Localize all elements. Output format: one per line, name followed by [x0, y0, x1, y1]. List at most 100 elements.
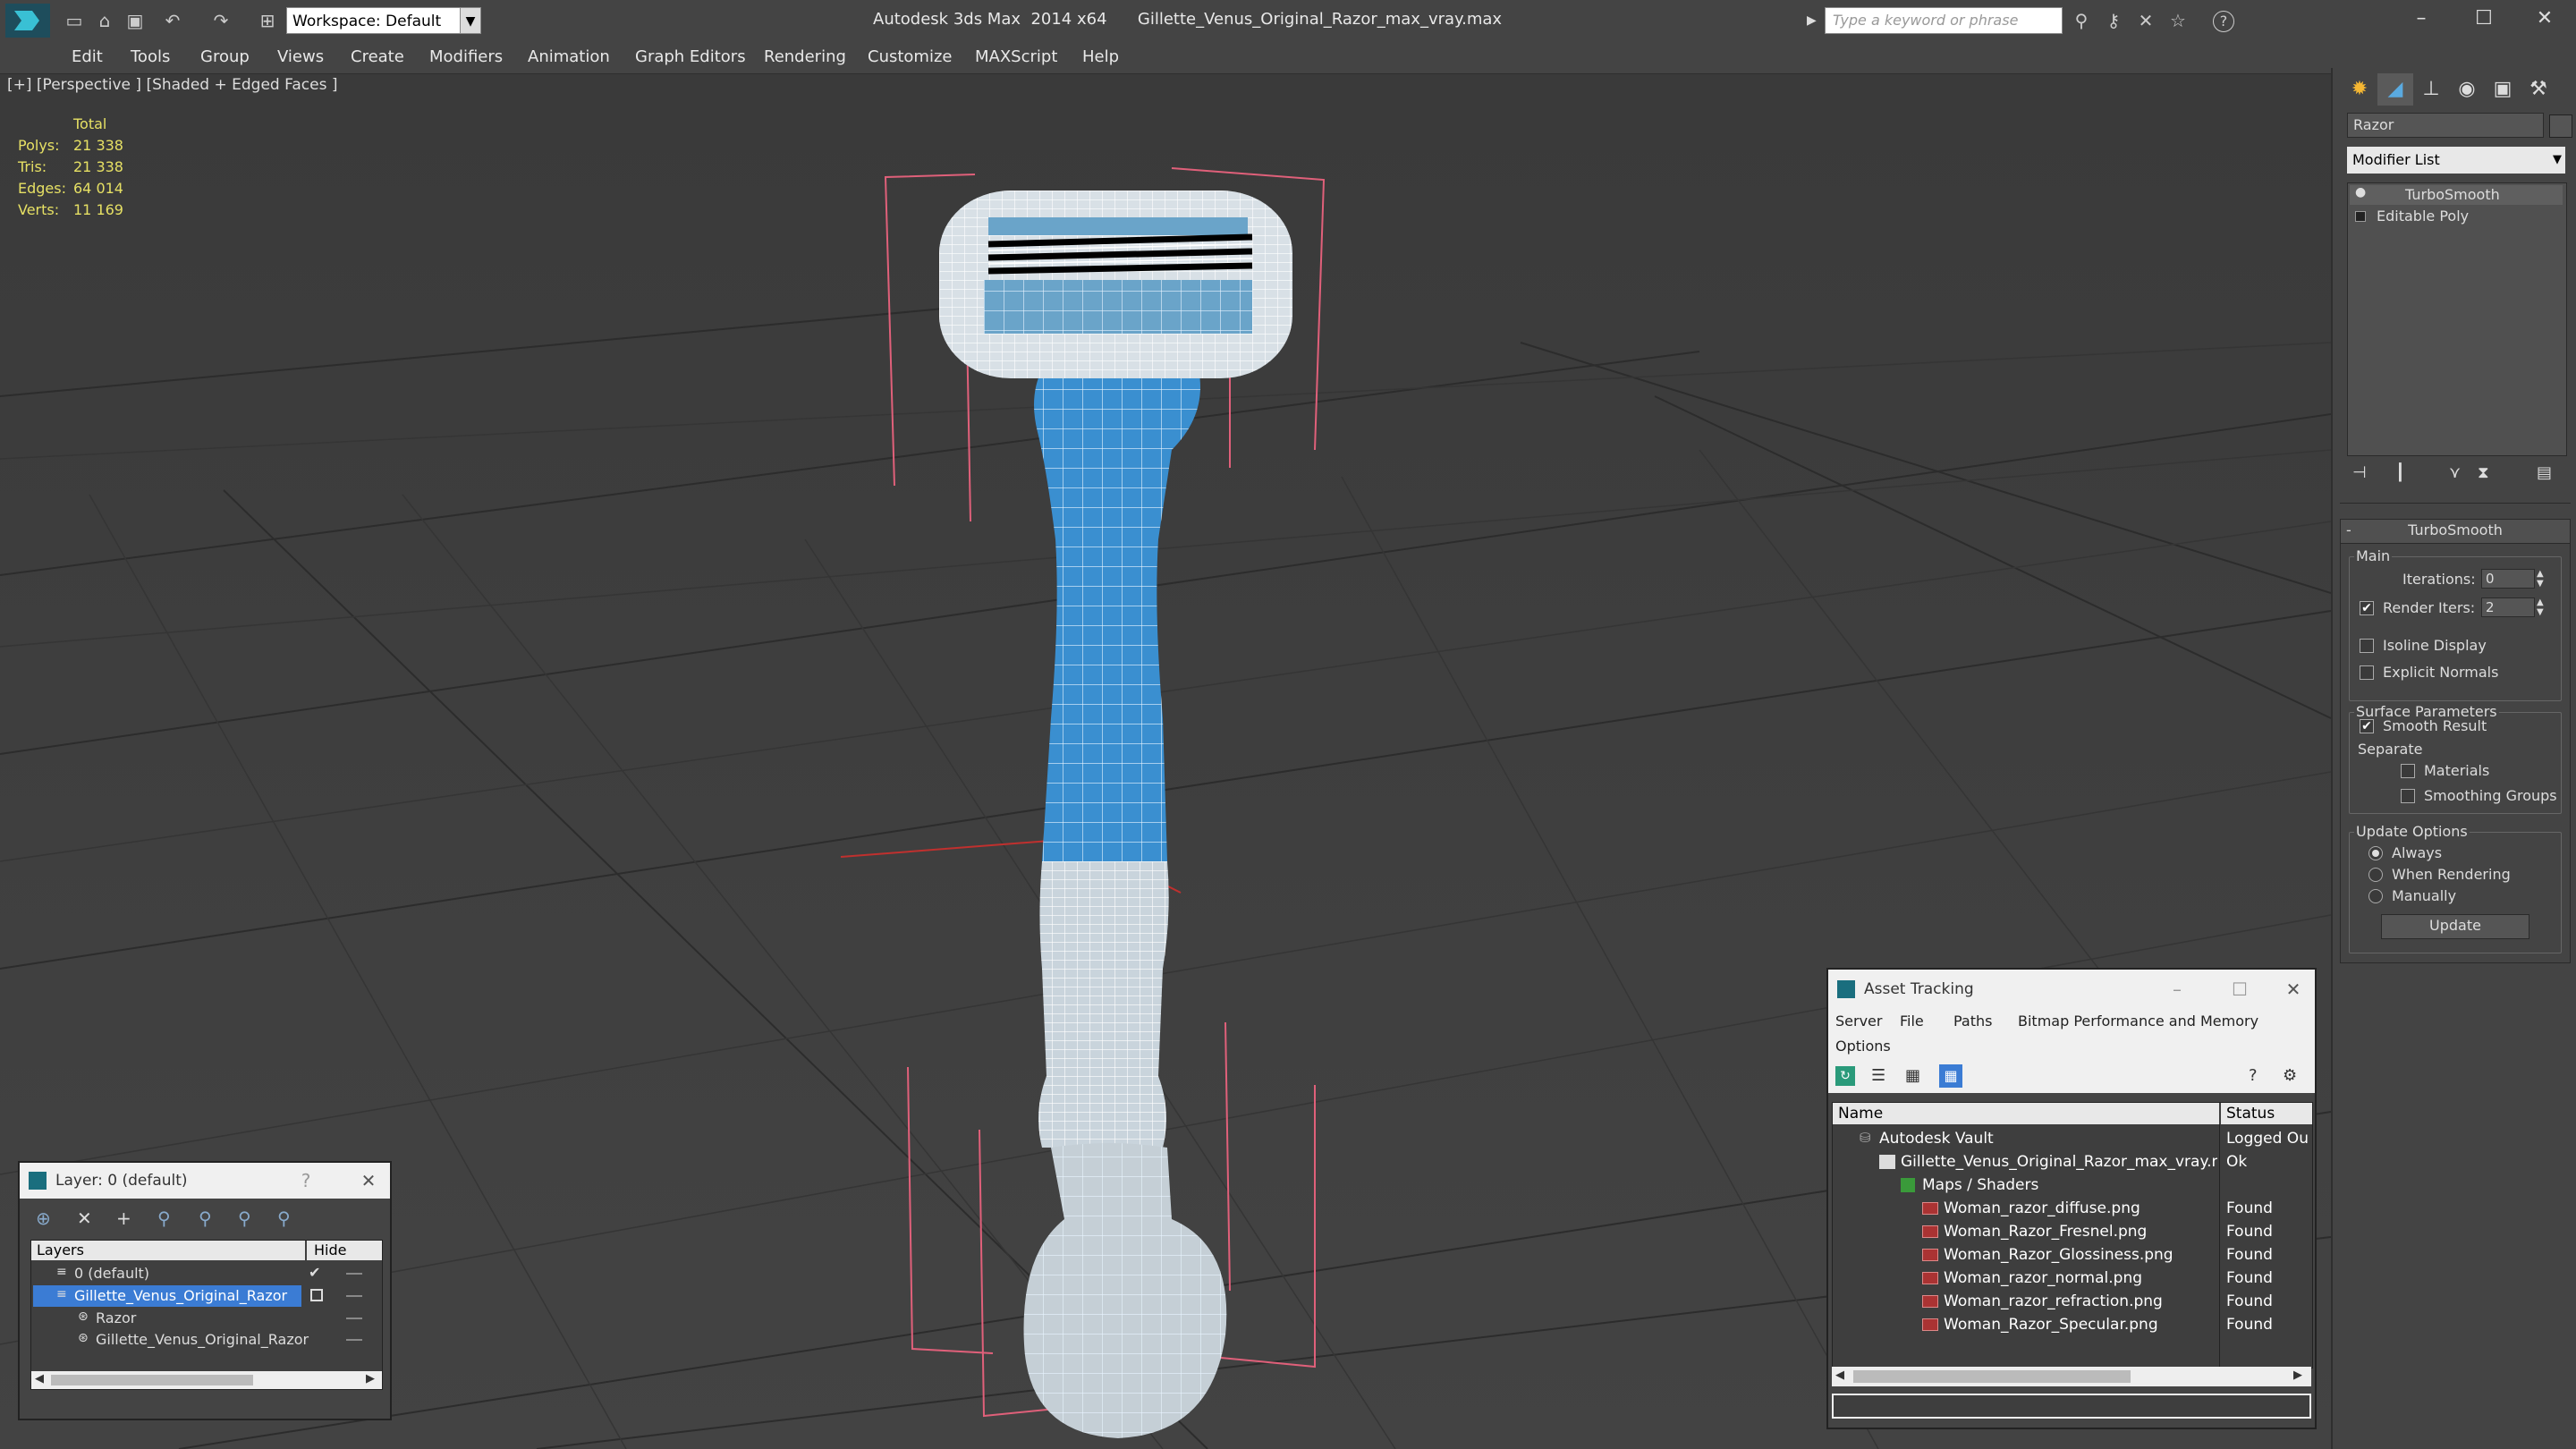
menu-server[interactable]: Server: [1835, 1013, 1882, 1030]
scroll-thumb[interactable]: [1853, 1370, 2131, 1383]
save-file-icon[interactable]: ▣: [123, 9, 147, 32]
menu-bitmap-performance[interactable]: Bitmap Performance and Memory: [2018, 1013, 2258, 1030]
asset-path-field[interactable]: [1832, 1394, 2311, 1419]
hide-toggle-icon[interactable]: [346, 1318, 362, 1319]
search-arrow-icon[interactable]: ▶: [1807, 11, 1821, 30]
pin-stack-icon[interactable]: ⊣: [2352, 463, 2367, 482]
rollout-header[interactable]: - TurboSmooth: [2340, 519, 2571, 544]
hide-toggle-icon[interactable]: [346, 1295, 362, 1297]
hide-all-icon[interactable]: ⚲: [238, 1208, 251, 1229]
show-end-result-icon[interactable]: ┃: [2395, 463, 2405, 482]
smooth-result-checkbox[interactable]: ✔: [2360, 719, 2374, 733]
scroll-left-icon[interactable]: ◀: [35, 1372, 44, 1385]
maximize-button[interactable]: ☐: [2453, 0, 2515, 39]
freeze-all-icon[interactable]: ⚲: [277, 1208, 291, 1229]
spinner-arrows-icon[interactable]: ▲ ▼: [2537, 569, 2549, 589]
display-tab-icon[interactable]: ▣: [2485, 73, 2521, 106]
new-layer-icon[interactable]: ⊕: [36, 1208, 51, 1229]
asset-horizontal-scrollbar[interactable]: ◀ ▶: [1832, 1367, 2311, 1386]
object-row-gillette[interactable]: ⊛ Gillette_Venus_Original_Razor: [31, 1330, 382, 1350]
layer-row-default[interactable]: ≡ 0 (default) ✔: [31, 1264, 382, 1284]
tools-icon[interactable]: ✕: [2134, 9, 2157, 32]
scroll-right-icon[interactable]: ▶: [2293, 1368, 2302, 1382]
hierarchy-tab-icon[interactable]: ⊥: [2413, 73, 2449, 106]
menu-edit[interactable]: Edit: [72, 41, 103, 73]
lightbulb-icon[interactable]: ●: [2355, 185, 2366, 199]
expand-icon[interactable]: [2355, 211, 2366, 222]
status-column-header[interactable]: Status: [2221, 1103, 2312, 1124]
menu-customize[interactable]: Customize: [868, 41, 952, 73]
create-tab-icon[interactable]: ✹: [2342, 73, 2377, 106]
name-column-header[interactable]: Name: [1833, 1103, 2219, 1124]
app-logo-icon[interactable]: [5, 4, 50, 38]
update-button[interactable]: Update: [2381, 914, 2529, 939]
close-icon[interactable]: ✕: [2275, 970, 2311, 1005]
asset-row-diffuse[interactable]: Woman_razor_diffuse.png Found: [1833, 1198, 2312, 1219]
hide-column-header[interactable]: Hide: [307, 1241, 382, 1260]
hide-toggle-icon[interactable]: [346, 1273, 362, 1275]
materials-checkbox[interactable]: [2401, 764, 2415, 778]
modifier-list-dropdown[interactable]: Modifier List ▼: [2347, 147, 2565, 174]
menu-rendering[interactable]: Rendering: [764, 41, 846, 73]
object-row-razor[interactable]: ⊛ Razor: [31, 1309, 382, 1328]
delete-layer-icon[interactable]: ✕: [77, 1208, 92, 1229]
help-icon[interactable]: ?: [2213, 11, 2234, 32]
scroll-right-icon[interactable]: ▶: [366, 1372, 375, 1385]
menu-help[interactable]: Help: [1082, 41, 1119, 73]
stack-item-turbosmooth[interactable]: ● TurboSmooth: [2350, 185, 2563, 205]
menu-options[interactable]: Options: [1835, 1038, 1891, 1055]
close-button[interactable]: ✕: [2513, 0, 2576, 39]
asset-row-specular[interactable]: Woman_Razor_Specular.png Found: [1833, 1314, 2312, 1335]
menu-paths[interactable]: Paths: [1953, 1013, 1992, 1030]
explicit-normals-checkbox[interactable]: [2360, 665, 2374, 680]
configure-sets-icon[interactable]: ▤: [2537, 463, 2552, 482]
highlight-layer-icon[interactable]: ⚲: [199, 1208, 212, 1229]
hide-toggle-icon[interactable]: [346, 1339, 362, 1341]
asset-row-normal[interactable]: Woman_razor_normal.png Found: [1833, 1267, 2312, 1289]
refresh-icon[interactable]: ↻: [1835, 1066, 1855, 1086]
asset-row-fresnel[interactable]: Woman_Razor_Fresnel.png Found: [1833, 1221, 2312, 1242]
stack-item-editable-poly[interactable]: Editable Poly: [2350, 207, 2563, 226]
collapse-icon[interactable]: -: [2346, 520, 2351, 541]
redo-icon[interactable]: ↷: [209, 9, 233, 32]
binoculars-icon[interactable]: ⚲: [2070, 9, 2093, 32]
table-view-icon[interactable]: ▦: [1939, 1064, 1962, 1088]
key-icon[interactable]: ⚷: [2102, 9, 2125, 32]
layer-window-titlebar[interactable]: Layer: 0 (default) ? ✕: [20, 1163, 390, 1199]
asset-row-maxfile[interactable]: Gillette_Venus_Original_Razor_max_vray.m…: [1833, 1151, 2312, 1173]
utilities-tab-icon[interactable]: ⚒: [2521, 73, 2556, 106]
asset-row-glossiness[interactable]: Woman_Razor_Glossiness.png Found: [1833, 1244, 2312, 1266]
new-file-icon[interactable]: ▭: [63, 9, 86, 32]
menu-tools[interactable]: Tools: [131, 41, 170, 73]
add-to-layer-icon[interactable]: +: [116, 1208, 131, 1229]
isoline-display-checkbox[interactable]: [2360, 639, 2374, 653]
star-icon[interactable]: ☆: [2166, 9, 2190, 32]
menu-graph-editors[interactable]: Graph Editors: [635, 41, 746, 73]
make-unique-icon[interactable]: ⋎: [2449, 463, 2461, 482]
chevron-down-icon[interactable]: ▼: [460, 7, 481, 34]
menu-modifiers[interactable]: Modifiers: [429, 41, 503, 73]
scroll-thumb[interactable]: [51, 1375, 253, 1385]
select-objects-icon[interactable]: ⚲: [157, 1208, 171, 1229]
smoothing-groups-checkbox[interactable]: [2401, 789, 2415, 803]
spinner-arrows-icon[interactable]: ▲ ▼: [2537, 597, 2549, 617]
layer-row-selected[interactable]: ≡ Gillette_Venus_Original_Razor: [31, 1285, 382, 1307]
maximize-button[interactable]: ☐: [2222, 970, 2258, 1005]
asset-row-vault[interactable]: ⛁ Autodesk Vault Logged Ou: [1833, 1128, 2312, 1149]
menu-maxscript[interactable]: MAXScript: [975, 41, 1057, 73]
horizontal-scrollbar[interactable]: ◀ ▶: [31, 1371, 382, 1389]
when-rendering-radio[interactable]: [2368, 868, 2383, 882]
open-file-icon[interactable]: ⌂: [93, 9, 116, 32]
manually-radio[interactable]: [2368, 889, 2383, 903]
layer-box-icon[interactable]: [310, 1289, 323, 1301]
menu-file[interactable]: File: [1900, 1013, 1924, 1030]
motion-tab-icon[interactable]: ◉: [2449, 73, 2485, 106]
minimize-button[interactable]: –: [2159, 970, 2195, 1005]
always-radio[interactable]: [2368, 846, 2383, 860]
render-iters-spinner[interactable]: 2: [2481, 597, 2535, 617]
menu-group[interactable]: Group: [200, 41, 250, 73]
remove-modifier-icon[interactable]: ⧗: [2478, 463, 2489, 482]
current-layer-check-icon[interactable]: ✔: [309, 1264, 320, 1281]
workspace-dropdown[interactable]: Workspace: Default: [286, 7, 462, 34]
menu-create[interactable]: Create: [351, 41, 404, 73]
